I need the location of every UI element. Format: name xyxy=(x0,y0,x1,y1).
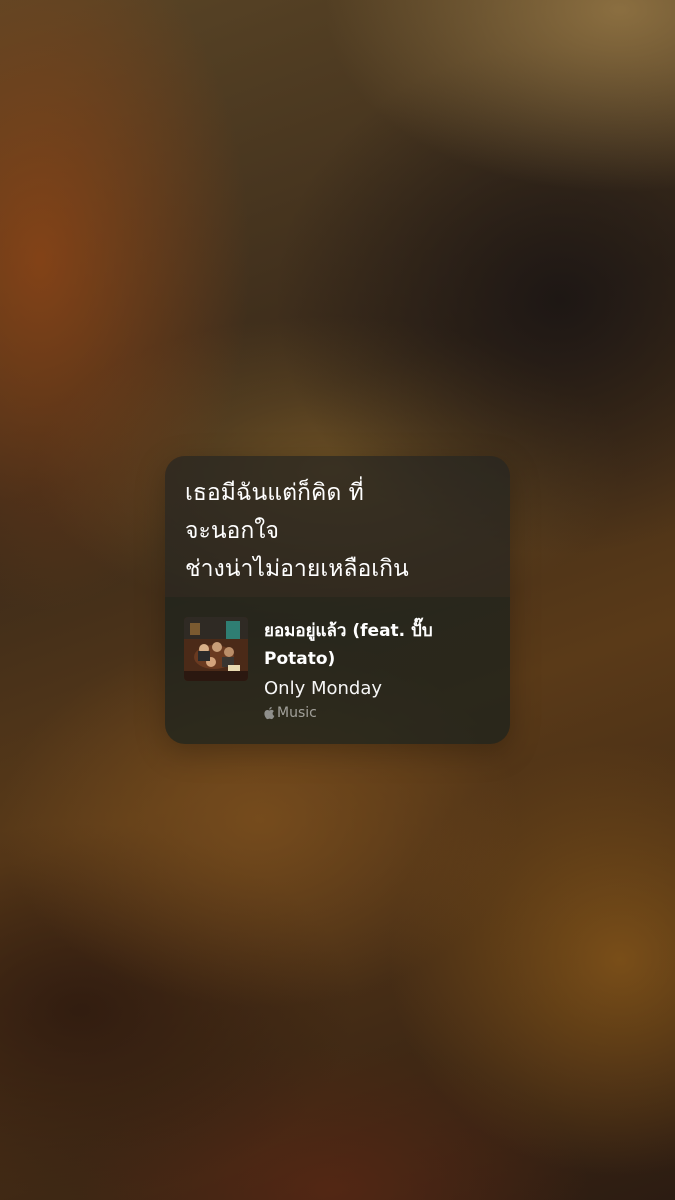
lyrics-section: เธอมีฉันแต่ก็คิด ที่ จะนอกใจ ช่างน่าไม่อ… xyxy=(165,456,510,597)
lyrics-share-card[interactable]: เธอมีฉันแต่ก็คิด ที่ จะนอกใจ ช่างน่าไม่อ… xyxy=(165,456,510,744)
lyric-line: เธอมีฉันแต่ก็คิด ที่ xyxy=(185,480,364,506)
album-artwork xyxy=(184,617,248,681)
lyric-line: ช่างน่าไม่อายเหลือเกิน xyxy=(185,556,409,582)
track-title: ยอมอยู่แล้ว (feat. ปั๊บ Potato) xyxy=(264,621,433,669)
service-label: Music xyxy=(277,705,317,721)
track-section[interactable]: ยอมอยู่แล้ว (feat. ปั๊บ Potato) Only Mon… xyxy=(165,597,510,744)
apple-music-badge: Music xyxy=(264,705,496,721)
track-info: ยอมอยู่แล้ว (feat. ปั๊บ Potato) Only Mon… xyxy=(264,617,496,721)
track-artist: Only Monday xyxy=(264,678,383,699)
apple-logo-icon xyxy=(264,706,276,720)
lyric-line: จะนอกใจ xyxy=(185,518,279,544)
